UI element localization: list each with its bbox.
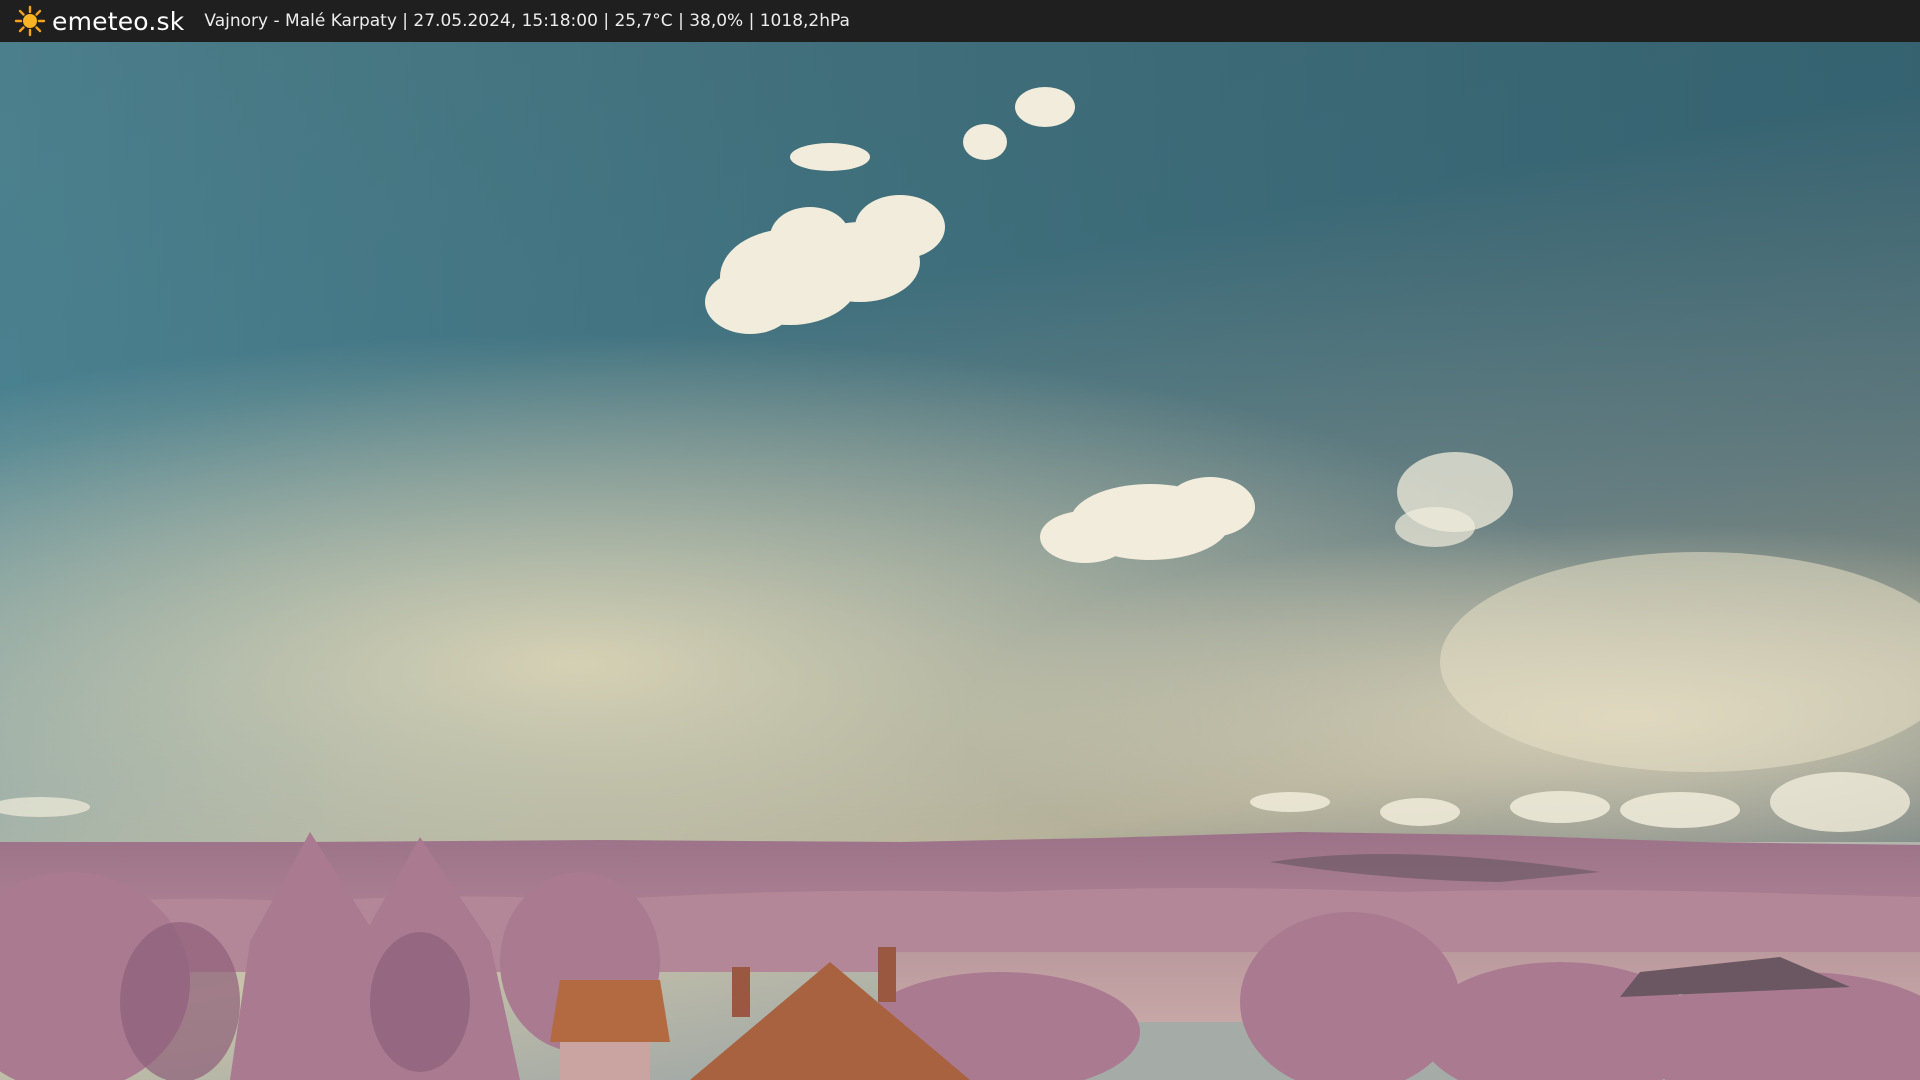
top-bar: emeteo.sk Vajnory - Malé Karpaty | 27.05… (0, 0, 1920, 42)
weather-info: Vajnory - Malé Karpaty | 27.05.2024, 15:… (204, 11, 850, 31)
brand-name: emeteo.sk (52, 6, 185, 36)
sun-icon (14, 5, 46, 37)
logo[interactable]: emeteo.sk (14, 5, 184, 37)
webcam-image (0, 42, 1920, 1080)
